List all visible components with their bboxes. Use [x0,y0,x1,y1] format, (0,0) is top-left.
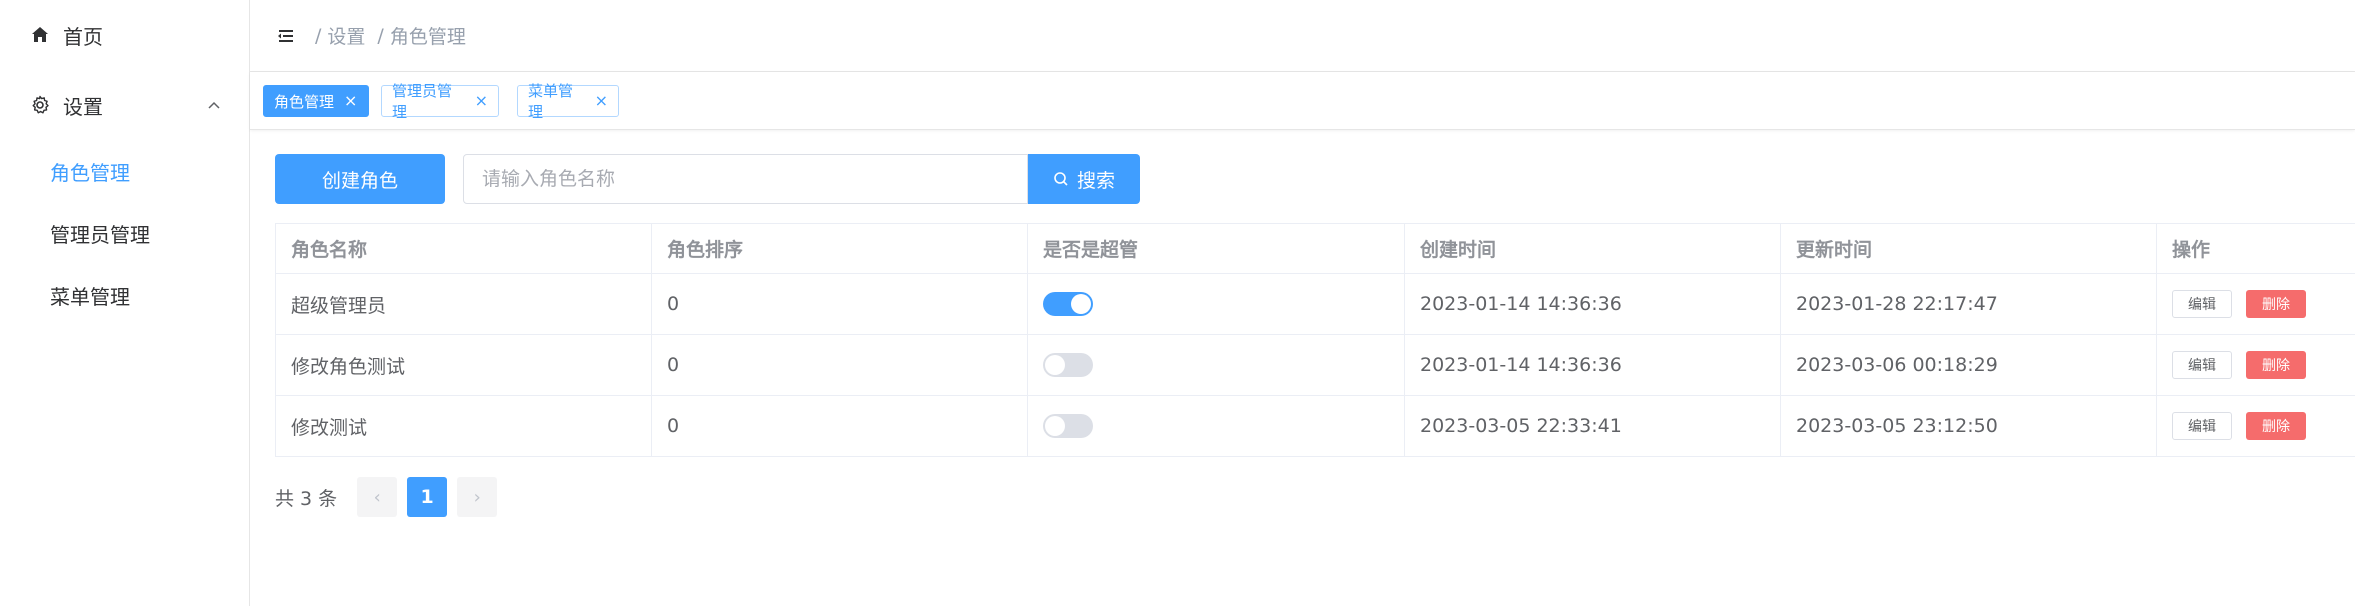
breadcrumb-item: 角色管理 [389,26,466,48]
delete-button[interactable]: 删除 [2246,290,2306,318]
edit-button[interactable]: 编辑 [2172,412,2232,440]
updated-time-cell: 2023-03-06 00:18:29 [1781,335,2157,395]
create-role-button[interactable]: 创建角色 [275,154,445,204]
tag-label: 管理员管理 [392,82,453,121]
sidebar-group-settings[interactable]: 设置 [0,70,249,140]
search-button[interactable]: 搜索 [1028,154,1140,204]
next-page-button[interactable]: › [457,477,498,517]
close-icon[interactable]: × [344,93,357,109]
role-sort-cell: 0 [652,274,1028,334]
toggle-knob [1071,294,1091,314]
sidebar-item-label: 菜单管理 [50,284,130,309]
breadcrumb-separator: / [377,24,384,47]
delete-button[interactable]: 删除 [2246,351,2306,379]
column-header: 是否是超管 [1028,224,1405,273]
sidebar-item-admin-management[interactable]: 管理员管理 [0,202,249,264]
tag-role-management[interactable]: 角色管理 × [263,85,369,117]
roles-table: 角色名称 角色排序 是否是超管 创建时间 更新时间 操作 超级管理员 0 202… [275,223,2355,457]
toggle-knob [1045,355,1065,375]
column-header: 创建时间 [1405,224,1781,273]
close-icon[interactable]: × [475,93,488,109]
pagination: 共 3 条 ‹ 1 › [275,476,498,518]
table-row: 超级管理员 0 2023-01-14 14:36:36 2023-01-28 2… [275,274,2355,335]
chevron-up-icon [205,96,223,114]
prev-page-button[interactable]: ‹ [357,477,398,517]
tag-label: 菜单管理 [528,82,574,121]
updated-time-cell: 2023-01-28 22:17:47 [1781,274,2157,334]
is-super-cell [1028,335,1405,395]
actions-cell: 编辑 删除 [2157,274,2355,334]
column-header: 操作 [2172,239,2211,261]
sidebar-group-label: 设置 [63,94,103,119]
super-admin-toggle[interactable] [1043,414,1093,438]
sidebar-item-label: 角色管理 [50,160,130,185]
top-header: / 设置 / 角色管理 [250,0,2355,72]
table-header-row: 角色名称 角色排序 是否是超管 创建时间 更新时间 操作 [275,224,2355,274]
created-time-cell: 2023-01-14 14:36:36 [1405,274,1781,334]
table-row: 修改角色测试 0 2023-01-14 14:36:36 2023-03-06 … [275,335,2355,396]
sidebar-item-home[interactable]: 首页 [0,0,249,70]
edit-button[interactable]: 编辑 [2172,351,2232,379]
toggle-knob [1045,416,1065,436]
table-row: 修改测试 0 2023-03-05 22:33:41 2023-03-05 23… [275,396,2355,457]
tag-menu-management[interactable]: 菜单管理 × [517,82,619,121]
column-header: 更新时间 [1781,224,2157,273]
pagination-total: 共 3 条 [275,487,338,510]
updated-time-cell: 2023-03-05 23:12:50 [1781,396,2157,456]
sidebar-item-menu-management[interactable]: 菜单管理 [0,264,249,326]
sidebar-item-role-management[interactable]: 角色管理 [0,140,249,202]
edit-button[interactable]: 编辑 [2172,290,2232,318]
super-admin-toggle[interactable] [1043,353,1093,377]
breadcrumb-separator: / [315,24,322,47]
breadcrumb-item[interactable]: 设置 [327,22,365,49]
menu-collapse-icon[interactable] [275,25,297,47]
role-sort-cell: 0 [652,335,1028,395]
search-button-label: 搜索 [1076,169,1115,192]
breadcrumb: / 设置 / 角色管理 [315,22,478,49]
role-search-input[interactable] [463,154,1028,204]
actions-cell: 编辑 删除 [2157,396,2355,456]
tag-admin-management[interactable]: 管理员管理 × [381,82,499,121]
column-header: 角色排序 [652,224,1028,273]
is-super-cell [1028,274,1405,334]
role-name-cell: 修改测试 [275,396,652,456]
role-name-cell: 修改角色测试 [275,335,652,395]
created-time-cell: 2023-01-14 14:36:36 [1405,335,1781,395]
sidebar-item-label: 首页 [63,24,103,49]
close-icon[interactable]: × [595,93,608,109]
sidebar: 首页 设置 角色管理 管理员管理 菜单管理 [0,0,250,606]
home-icon [29,24,51,46]
is-super-cell [1028,396,1405,456]
gear-icon [29,94,51,116]
search-icon [1054,172,1068,186]
tag-label: 角色管理 [274,92,335,111]
column-header: 角色名称 [275,224,652,273]
super-admin-toggle[interactable] [1043,292,1093,316]
sidebar-item-label: 管理员管理 [50,222,150,247]
role-sort-cell: 0 [652,396,1028,456]
delete-button[interactable]: 删除 [2246,412,2306,440]
tags-bar: 角色管理 × 管理员管理 × 菜单管理 × [250,72,2355,130]
page-number-button[interactable]: 1 [407,477,448,517]
role-name-cell: 超级管理员 [275,274,652,334]
created-time-cell: 2023-03-05 22:33:41 [1405,396,1781,456]
actions-cell: 编辑 删除 [2157,335,2355,395]
